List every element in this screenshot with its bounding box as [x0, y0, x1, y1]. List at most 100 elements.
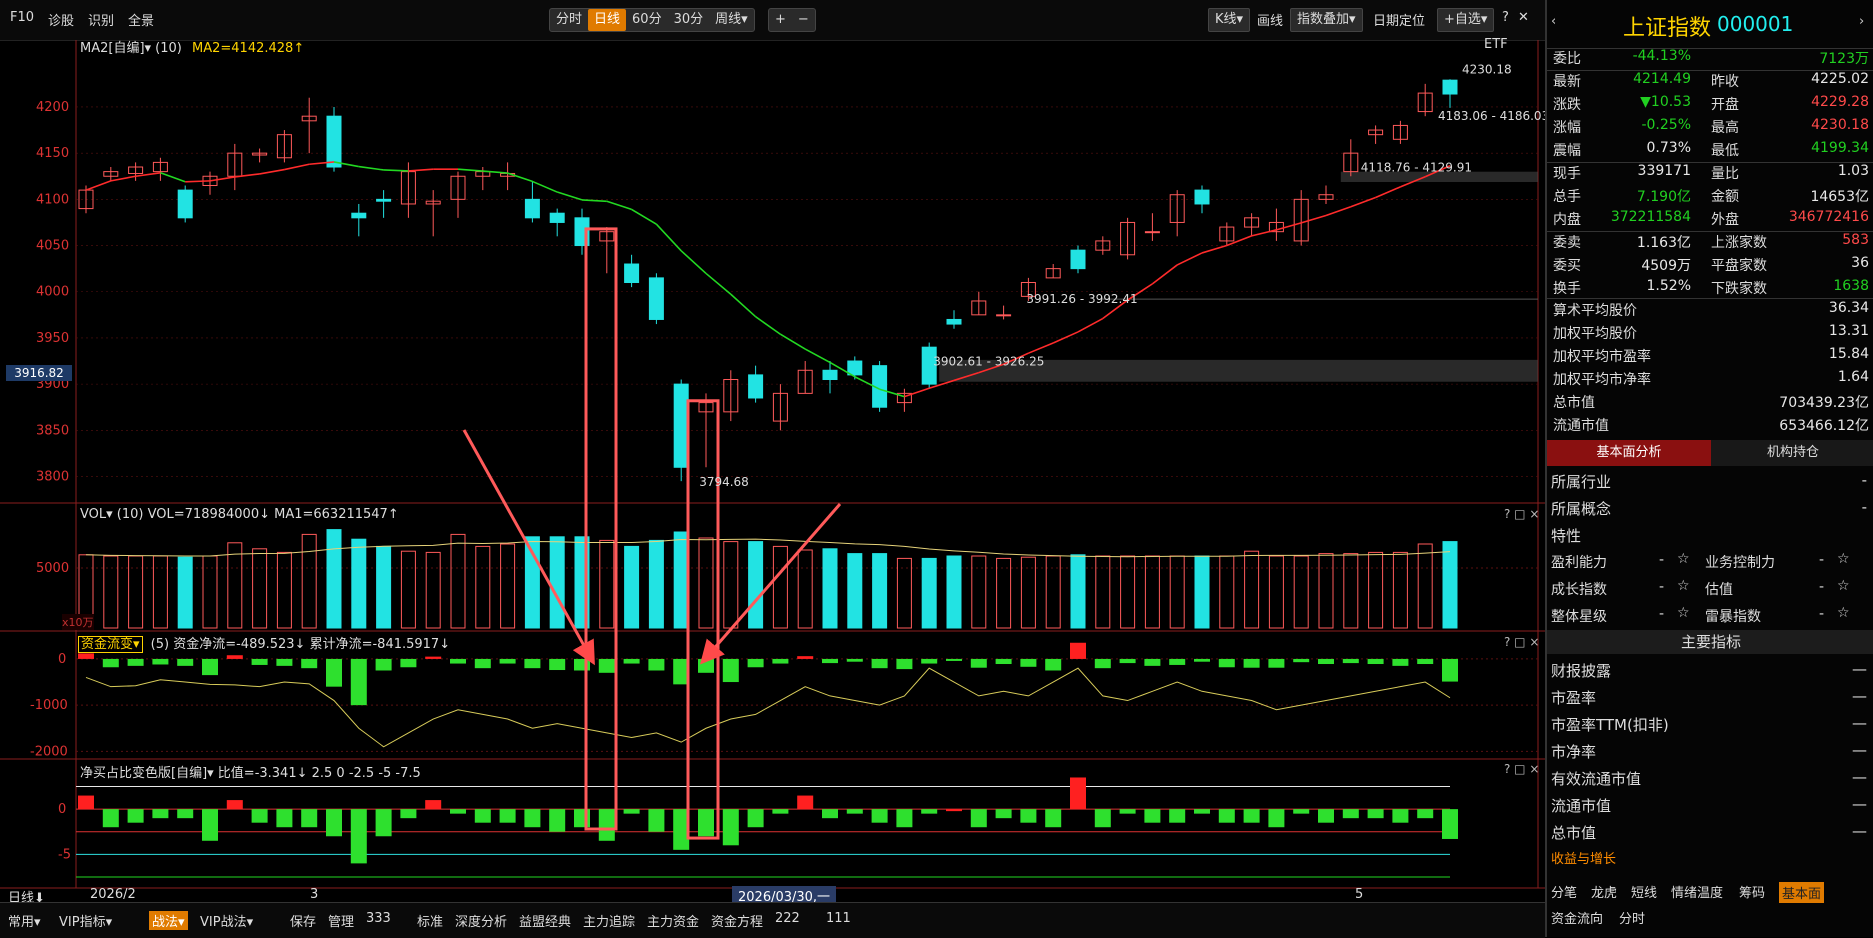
- fund-flow-bar[interactable]: [177, 658, 194, 666]
- bottom-tab-6[interactable]: 333: [366, 911, 391, 926]
- net-buy-ratio-bar[interactable]: [400, 809, 417, 819]
- volume-bar[interactable]: [624, 545, 640, 629]
- fund-flow-bar[interactable]: [226, 655, 243, 659]
- period-tab-3[interactable]: 30分: [668, 9, 710, 31]
- ratio-indicator-label[interactable]: 净买占比变色版[自编]▾ 比值=-3.341↓ 2.5 0 -2.5 -5 -7…: [80, 766, 421, 781]
- period-tab-4[interactable]: 周线▾: [709, 9, 754, 31]
- net-buy-ratio-bar[interactable]: [152, 809, 169, 819]
- fund-flow-bar[interactable]: [350, 658, 367, 706]
- volume-bar[interactable]: [549, 536, 565, 629]
- fund-flow-bar[interactable]: [747, 658, 764, 668]
- net-buy-ratio-bar[interactable]: [375, 809, 392, 837]
- volume-bar[interactable]: [1095, 555, 1111, 629]
- star-icon[interactable]: ☆: [1677, 578, 1690, 594]
- vol-indicator-label[interactable]: VOL▾ (10) VOL=718984000↓ MA1=663211547↑: [80, 507, 399, 522]
- volume-bar[interactable]: [698, 537, 714, 629]
- fund-flow-bar[interactable]: [1119, 658, 1136, 664]
- net-buy-ratio-bar[interactable]: [797, 795, 814, 810]
- volume-bar[interactable]: [1293, 555, 1309, 629]
- volume-bar[interactable]: [400, 550, 416, 629]
- date-locate-button[interactable]: 日期定位: [1373, 10, 1425, 29]
- fund-flow-bar[interactable]: [1318, 658, 1334, 665]
- tab-fundamental-analysis[interactable]: 基本面分析: [1547, 440, 1711, 466]
- net-buy-ratio-bar[interactable]: [871, 809, 888, 823]
- right-tab-0[interactable]: 分笔: [1551, 882, 1577, 901]
- net-buy-ratio-bar[interactable]: [1293, 809, 1310, 814]
- fund-flow-bar[interactable]: [276, 658, 293, 666]
- bottom-tab-1[interactable]: VIP指标▾: [59, 911, 112, 930]
- bottom-tab-10[interactable]: 主力追踪: [583, 911, 635, 930]
- net-buy-ratio-bar[interactable]: [1144, 809, 1161, 823]
- volume-bar[interactable]: [872, 553, 888, 629]
- fund-flow-bar[interactable]: [499, 658, 516, 664]
- bottom-tab-5[interactable]: 管理: [328, 911, 354, 930]
- volume-bar[interactable]: [1045, 555, 1061, 629]
- volume-bar[interactable]: [1318, 553, 1334, 629]
- net-buy-ratio-bar[interactable]: [326, 809, 342, 837]
- bottom-tab-0[interactable]: 常用▾: [8, 911, 41, 930]
- net-buy-ratio-bar[interactable]: [549, 809, 566, 832]
- star-icon[interactable]: ☆: [1677, 551, 1690, 567]
- right-tab2-0[interactable]: 资金流向: [1551, 908, 1603, 927]
- star-icon[interactable]: ☆: [1837, 605, 1850, 621]
- fund-flow-bar[interactable]: [1392, 658, 1409, 666]
- volume-bar[interactable]: [103, 555, 119, 629]
- fund-flow-bar[interactable]: [722, 658, 739, 683]
- net-buy-ratio-bar[interactable]: [995, 809, 1012, 819]
- volume-bar[interactable]: [847, 553, 863, 629]
- f10-button[interactable]: F10: [10, 10, 34, 25]
- candle-body[interactable]: [1144, 231, 1160, 234]
- fund-flow-bar[interactable]: [1070, 642, 1086, 659]
- fund-flow-bar[interactable]: [871, 658, 888, 669]
- metric-row[interactable]: 流通市值 —: [1547, 792, 1873, 818]
- net-buy-ratio-bar[interactable]: [822, 809, 838, 819]
- fund-flow-bar[interactable]: [1268, 658, 1285, 668]
- metric-row[interactable]: 财报披露 —: [1547, 657, 1873, 683]
- net-buy-ratio-bar[interactable]: [1243, 809, 1260, 823]
- volume-bar[interactable]: [425, 551, 441, 629]
- right-tab-4[interactable]: 筹码: [1739, 882, 1765, 901]
- net-buy-ratio-bar[interactable]: [499, 809, 516, 823]
- candle-body[interactable]: [1194, 189, 1210, 205]
- net-buy-ratio-bar[interactable]: [425, 800, 442, 810]
- fund-flow-bar[interactable]: [1194, 658, 1210, 662]
- fund-flow-bar[interactable]: [574, 658, 590, 671]
- diagnose-button[interactable]: 诊股: [48, 10, 74, 29]
- flow-panel-controls[interactable]: ? □ ×: [1504, 635, 1539, 649]
- fund-flow-bar[interactable]: [970, 658, 987, 668]
- fund-flow-bar[interactable]: [822, 658, 838, 664]
- draw-line-button[interactable]: 画线: [1257, 10, 1283, 29]
- candle-body[interactable]: [648, 277, 664, 320]
- candle-body[interactable]: [326, 115, 342, 168]
- net-buy-ratio-bar[interactable]: [896, 809, 913, 828]
- net-buy-ratio-bar[interactable]: [1169, 809, 1186, 823]
- candle-body[interactable]: [524, 198, 540, 219]
- growth-link[interactable]: 收益与增长: [1551, 848, 1616, 867]
- candle-body[interactable]: [376, 198, 392, 202]
- candle-body[interactable]: [1442, 79, 1458, 95]
- candle-body[interactable]: [177, 189, 193, 219]
- volume-bar[interactable]: [946, 555, 962, 629]
- volume-bar[interactable]: [301, 533, 317, 629]
- right-tab-2[interactable]: 短线: [1631, 882, 1657, 901]
- fund-flow-bar[interactable]: [1144, 658, 1161, 666]
- net-buy-ratio-bar[interactable]: [78, 795, 94, 810]
- candle-body[interactable]: [549, 212, 565, 223]
- net-buy-ratio-bar[interactable]: [301, 809, 318, 828]
- volume-bar[interactable]: [896, 557, 912, 629]
- net-buy-ratio-bar[interactable]: [1392, 809, 1409, 823]
- bottom-tab-8[interactable]: 深度分析: [455, 911, 507, 930]
- volume-bar[interactable]: [376, 545, 392, 629]
- fund-flow-bar[interactable]: [1169, 658, 1186, 665]
- volume-bar[interactable]: [1144, 555, 1160, 629]
- volume-bar[interactable]: [326, 529, 342, 629]
- metric-row[interactable]: 市净率 —: [1547, 738, 1873, 764]
- fund-flow-bar[interactable]: [400, 658, 417, 668]
- volume-bar[interactable]: [128, 555, 144, 629]
- star-icon[interactable]: ☆: [1837, 551, 1850, 567]
- help-icon[interactable]: ?: [1502, 10, 1509, 25]
- bottom-tab-3[interactable]: VIP战法▾: [200, 911, 253, 930]
- volume-bar[interactable]: [1070, 554, 1086, 629]
- bottom-tab-7[interactable]: 标准: [417, 911, 443, 930]
- zoom-out-button[interactable]: −: [792, 9, 815, 31]
